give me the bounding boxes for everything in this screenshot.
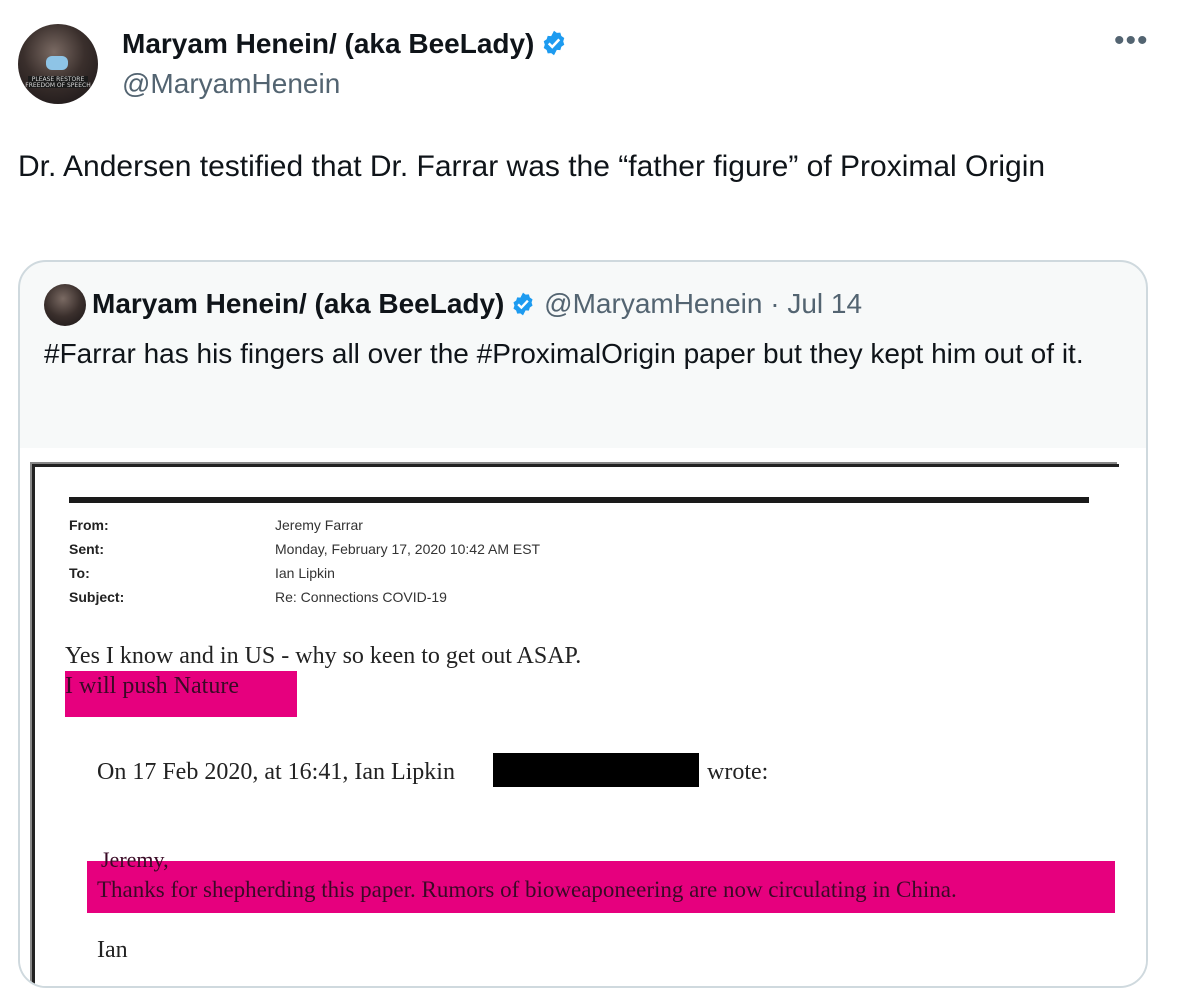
verified-badge-icon (540, 29, 568, 64)
email-subject-value: Re: Connections COVID-19 (275, 589, 447, 605)
email-signoff: Ian (97, 937, 128, 963)
email-document: From: Jeremy Farrar Sent: Monday, Februa… (32, 464, 1119, 986)
more-options-icon[interactable]: ••• (1114, 24, 1149, 58)
quoted-tweet-text: #Farrar has his fingers all over the #Pr… (44, 338, 1084, 369)
quoted-author-name[interactable]: Maryam Henein/ (aka BeeLady) (92, 288, 504, 319)
email-sent-value: Monday, February 17, 2020 10:42 AM EST (275, 541, 541, 557)
author-avatar[interactable]: PLEASE RESTORE FREEDOM OF SPEECH (18, 24, 98, 104)
email-body-line-2: I will push Nature (65, 673, 239, 699)
avatar-caption-line-2: FREEDOM OF SPEECH (25, 82, 91, 89)
email-to-label: To: (69, 565, 90, 581)
email-greeting: Jeremy, (101, 847, 169, 872)
tweet-text: Dr. Andersen testified that Dr. Farrar w… (18, 150, 1046, 183)
email-subject-label: Subject: (69, 589, 125, 605)
quoted-handle-and-date: @MaryamHenein · Jul 14 (544, 288, 863, 319)
email-header-rule (69, 497, 1089, 503)
quoted-verified-badge-icon (510, 291, 536, 324)
email-screenshot-image[interactable]: From: Jeremy Farrar Sent: Monday, Februa… (20, 448, 1146, 986)
author-name[interactable]: Maryam Henein/ (aka BeeLady) (122, 28, 568, 64)
email-from-label: From: (69, 517, 109, 533)
email-to-value: Ian Lipkin (275, 565, 335, 581)
email-from-value: Jeremy Farrar (275, 517, 363, 533)
quoted-tweet-card[interactable]: Maryam Henein/ (aka BeeLady) @MaryamHene… (18, 260, 1148, 988)
email-quoted-line: Thanks for shepherding this paper. Rumor… (97, 877, 957, 902)
email-reply-suffix: wrote: (707, 759, 769, 785)
email-sent-label: Sent: (69, 541, 104, 557)
quoted-author-avatar[interactable] (44, 284, 86, 326)
author-handle[interactable]: @MaryamHenein (122, 68, 340, 100)
email-body-line-1: Yes I know and in US - why so keen to ge… (65, 643, 582, 669)
author-name-text[interactable]: Maryam Henein/ (aka BeeLady) (122, 28, 534, 59)
redaction-block (493, 753, 699, 787)
quoted-tweet-header: Maryam Henein/ (aka BeeLady) @MaryamHene… (92, 288, 862, 324)
email-reply-prefix: On 17 Feb 2020, at 16:41, Ian Lipkin (97, 759, 455, 785)
avatar-mask-graphic (46, 56, 68, 70)
